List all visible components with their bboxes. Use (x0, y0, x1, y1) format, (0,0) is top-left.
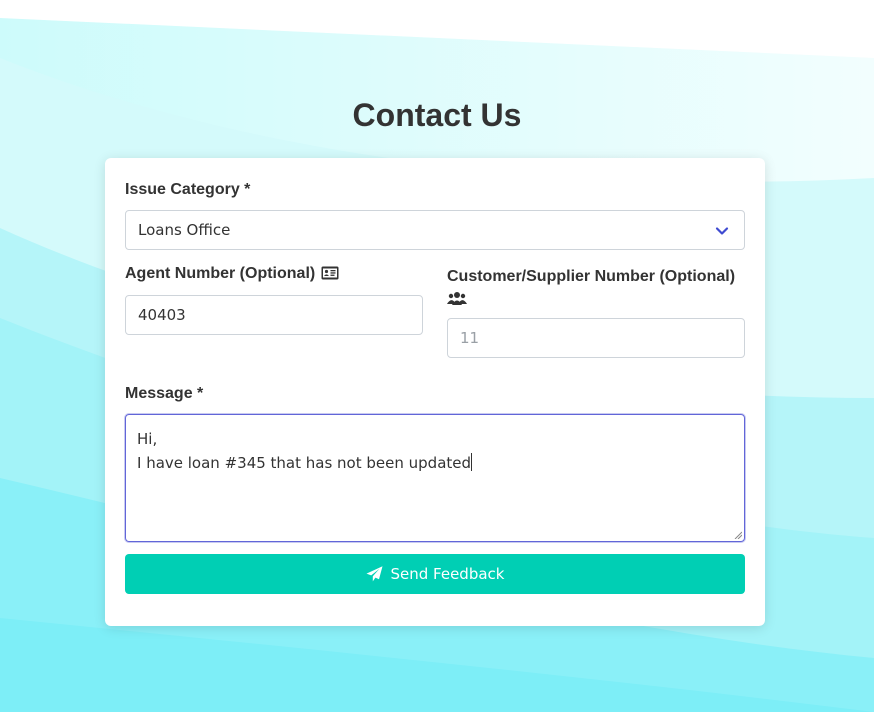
id-card-icon (321, 266, 339, 280)
chevron-down-icon (715, 227, 729, 235)
customer-number-label-text: Customer/Supplier Number (Optional) (447, 268, 736, 285)
message-line-2-text: I have loan #345 that has not been updat… (137, 454, 472, 472)
message-line-1: Hi, (137, 430, 158, 448)
message-label: Message * (125, 385, 204, 402)
agent-number-label: Agent Number (Optional) (125, 265, 339, 283)
issue-category-label: Issue Category * (125, 181, 251, 198)
customer-number-label: Customer/Supplier Number (Optional) (447, 265, 747, 311)
message-line-2: I have loan #345 that has not been updat… (137, 451, 733, 475)
customer-number-input[interactable]: 11 (447, 318, 745, 358)
agent-number-label-text: Agent Number (Optional) (125, 265, 316, 282)
text-caret (471, 453, 473, 471)
issue-category-select[interactable]: Loans Office (125, 210, 745, 250)
resize-handle-icon[interactable] (734, 531, 742, 539)
send-feedback-label: Send Feedback (390, 565, 505, 583)
agent-number-value: 40403 (138, 306, 186, 324)
issue-category-value: Loans Office (138, 221, 231, 239)
agent-number-input[interactable]: 40403 (125, 295, 423, 335)
paper-plane-icon (366, 566, 382, 582)
message-textarea[interactable]: Hi, I have loan #345 that has not been u… (125, 414, 745, 542)
customer-number-placeholder: 11 (460, 329, 480, 347)
page-title: Contact Us (352, 97, 522, 133)
contact-form-card: Issue Category * Loans Office Agent Numb… (105, 158, 765, 626)
users-icon (447, 292, 467, 305)
send-feedback-button[interactable]: Send Feedback (125, 554, 745, 594)
